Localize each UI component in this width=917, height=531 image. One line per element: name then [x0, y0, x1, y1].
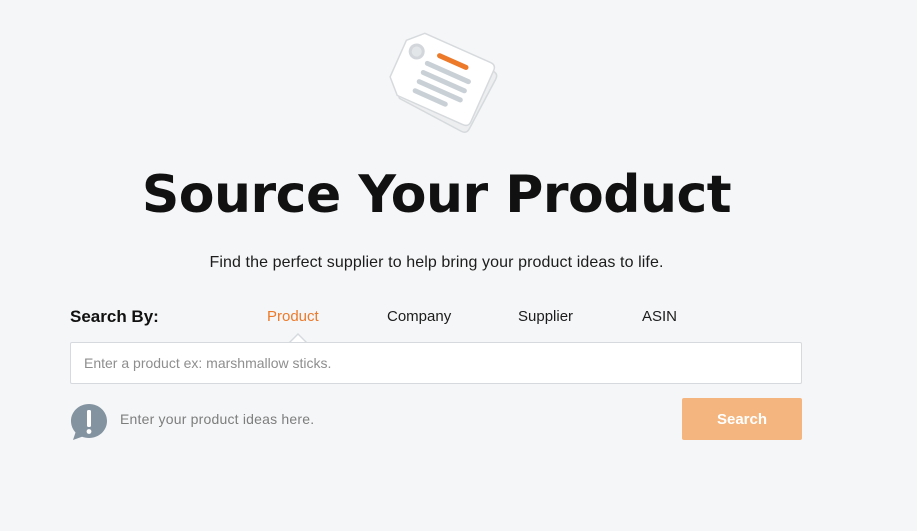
tab-supplier[interactable]: Supplier [518, 306, 573, 328]
search-button[interactable]: Search [682, 398, 802, 440]
exclamation-speech-bubble-icon [71, 404, 107, 440]
price-tag-illustration [389, 32, 498, 133]
input-hint: Enter your product ideas here. [120, 411, 315, 427]
tab-product[interactable]: Product [267, 306, 319, 328]
page-subtitle: Find the perfect supplier to help bring … [209, 254, 664, 271]
page: Source Your Product Find the perfect sup… [0, 0, 917, 531]
page-title: Source Your Product [141, 165, 732, 225]
tab-asin[interactable]: ASIN [642, 306, 677, 328]
search-by-label: Search By: [70, 307, 159, 326]
tab-company[interactable]: Company [387, 306, 451, 328]
product-search-input[interactable] [70, 342, 802, 384]
